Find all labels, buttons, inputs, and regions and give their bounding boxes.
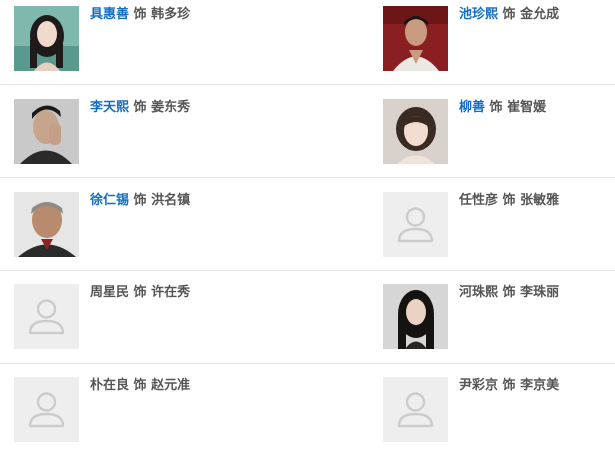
cast-row: 徐仁锡 饰 洪名镇 任性彦 饰 张敏雅: [0, 192, 615, 285]
role-name: 韩多珍: [151, 7, 191, 22]
cast-item: 河珠熙 饰 李珠丽: [383, 284, 613, 354]
actor-photo[interactable]: [383, 99, 448, 164]
cast-item: 任性彦 饰 张敏雅: [383, 192, 613, 262]
role-name: 崔智媛: [507, 100, 547, 115]
cast-credit: 柳善 饰 崔智媛: [459, 100, 546, 116]
actor-name: 任性彦: [459, 193, 499, 208]
row-divider: [0, 177, 615, 178]
cast-item: 周星民 饰 许在秀: [14, 284, 244, 354]
as-separator: 饰: [133, 193, 147, 208]
default-avatar-icon[interactable]: [14, 377, 79, 442]
default-avatar-icon[interactable]: [14, 284, 79, 349]
row-divider: [0, 84, 615, 85]
actor-name: 周星民: [90, 285, 130, 300]
cast-credit: 徐仁锡 饰 洪名镇: [90, 193, 190, 209]
default-avatar-icon[interactable]: [383, 192, 448, 257]
actor-name-link[interactable]: 李天熙: [90, 100, 129, 115]
cast-item: 李天熙 饰 姜东秀: [14, 99, 244, 169]
cast-credit: 河珠熙 饰 李珠丽: [459, 285, 559, 301]
actor-name-link[interactable]: 徐仁锡: [90, 193, 129, 208]
cast-item: 朴在良 饰 赵元准: [14, 377, 244, 447]
actor-photo[interactable]: [383, 6, 448, 71]
role-name: 李珠丽: [520, 285, 560, 300]
cast-row: 李天熙 饰 姜东秀 柳善 饰 崔智媛: [0, 99, 615, 192]
cast-item: 尹彩京 饰 李京美: [383, 377, 613, 447]
cast-item: 池珍熙 饰 金允成: [383, 6, 613, 76]
actor-name: 朴在良: [90, 378, 130, 393]
cast-credit: 具惠善 饰 韩多珍: [90, 7, 190, 23]
default-avatar-icon[interactable]: [383, 377, 448, 442]
actor-name-link[interactable]: 柳善: [459, 100, 485, 115]
actor-name: 河珠熙: [459, 285, 499, 300]
role-name: 金允成: [520, 7, 560, 22]
cast-credit: 周星民 饰 许在秀: [90, 285, 190, 301]
role-name: 赵元准: [151, 378, 191, 393]
role-name: 李京美: [520, 378, 560, 393]
cast-credit: 池珍熙 饰 金允成: [459, 7, 559, 23]
role-name: 许在秀: [151, 285, 191, 300]
as-separator: 饰: [133, 378, 147, 393]
as-separator: 饰: [133, 285, 147, 300]
actor-photo[interactable]: [14, 99, 79, 164]
cast-item: 徐仁锡 饰 洪名镇: [14, 192, 244, 262]
as-separator: 饰: [133, 100, 147, 115]
actor-photo[interactable]: [14, 6, 79, 71]
cast-row: 具惠善 饰 韩多珍 池珍熙 饰 金允成: [0, 6, 615, 99]
actor-name: 尹彩京: [459, 378, 499, 393]
as-separator: 饰: [133, 7, 147, 22]
cast-credit: 李天熙 饰 姜东秀: [90, 100, 190, 116]
actor-photo[interactable]: [14, 192, 79, 257]
row-divider: [0, 363, 615, 364]
cast-list: 具惠善 饰 韩多珍 池珍熙 饰 金允成 李天熙 饰 姜东秀 柳善 饰 崔智媛 徐…: [0, 0, 615, 455]
as-separator: 饰: [489, 100, 503, 115]
cast-item: 柳善 饰 崔智媛: [383, 99, 613, 169]
cast-item: 具惠善 饰 韩多珍: [14, 6, 244, 76]
cast-credit: 尹彩京 饰 李京美: [459, 378, 559, 394]
actor-photo[interactable]: [383, 284, 448, 349]
as-separator: 饰: [502, 285, 516, 300]
cast-row: 朴在良 饰 赵元准 尹彩京 饰 李京美: [0, 377, 615, 470]
as-separator: 饰: [502, 7, 516, 22]
as-separator: 饰: [502, 193, 516, 208]
role-name: 洪名镇: [151, 193, 191, 208]
as-separator: 饰: [502, 378, 516, 393]
cast-credit: 任性彦 饰 张敏雅: [459, 193, 559, 209]
cast-credit: 朴在良 饰 赵元准: [90, 378, 190, 394]
actor-name-link[interactable]: 具惠善: [90, 7, 129, 22]
row-divider: [0, 270, 615, 271]
actor-name-link[interactable]: 池珍熙: [459, 7, 498, 22]
role-name: 姜东秀: [151, 100, 191, 115]
role-name: 张敏雅: [520, 193, 560, 208]
